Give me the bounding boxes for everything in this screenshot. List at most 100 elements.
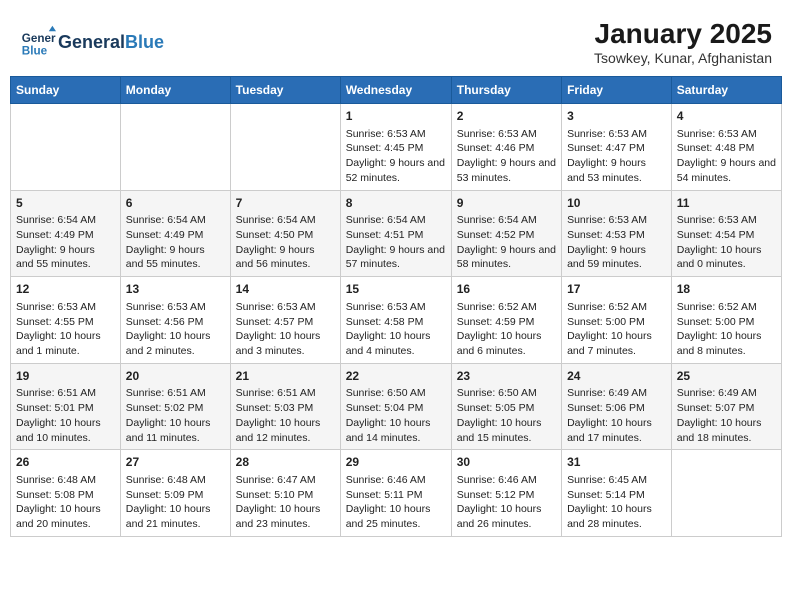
calendar-cell: 3Sunrise: 6:53 AM Sunset: 4:47 PM Daylig…: [562, 104, 672, 191]
cell-date: 4: [677, 108, 776, 125]
day-header-sunday: Sunday: [11, 77, 121, 104]
cell-date: 12: [16, 281, 115, 298]
cell-date: 2: [457, 108, 556, 125]
cell-content: Sunrise: 6:52 AM Sunset: 5:00 PM Dayligh…: [567, 300, 666, 359]
svg-text:Blue: Blue: [22, 45, 48, 58]
calendar-cell: 10Sunrise: 6:53 AM Sunset: 4:53 PM Dayli…: [562, 190, 672, 277]
cell-content: Sunrise: 6:54 AM Sunset: 4:49 PM Dayligh…: [16, 213, 115, 272]
cell-content: Sunrise: 6:53 AM Sunset: 4:47 PM Dayligh…: [567, 127, 666, 186]
cell-content: Sunrise: 6:52 AM Sunset: 4:59 PM Dayligh…: [457, 300, 556, 359]
cell-content: Sunrise: 6:49 AM Sunset: 5:06 PM Dayligh…: [567, 386, 666, 445]
calendar-cell: 22Sunrise: 6:50 AM Sunset: 5:04 PM Dayli…: [340, 363, 451, 450]
cell-content: Sunrise: 6:54 AM Sunset: 4:52 PM Dayligh…: [457, 213, 556, 272]
calendar-cell: 21Sunrise: 6:51 AM Sunset: 5:03 PM Dayli…: [230, 363, 340, 450]
cell-content: Sunrise: 6:52 AM Sunset: 5:00 PM Dayligh…: [677, 300, 776, 359]
cell-date: 8: [346, 195, 446, 212]
page-header: General Blue General Blue January 2025 Ts…: [10, 10, 782, 70]
calendar-cell: 23Sunrise: 6:50 AM Sunset: 5:05 PM Dayli…: [451, 363, 561, 450]
cell-date: 5: [16, 195, 115, 212]
cell-content: Sunrise: 6:53 AM Sunset: 4:48 PM Dayligh…: [677, 127, 776, 186]
cell-content: Sunrise: 6:50 AM Sunset: 5:05 PM Dayligh…: [457, 386, 556, 445]
calendar-cell: 1 Sunrise: 6:53 AM Sunset: 4:45 PM Daylig…: [340, 104, 451, 191]
calendar-cell: 24Sunrise: 6:49 AM Sunset: 5:06 PM Dayli…: [562, 363, 672, 450]
cell-date: 31: [567, 454, 666, 471]
cell-content: Sunrise: 6:49 AM Sunset: 5:07 PM Dayligh…: [677, 386, 776, 445]
calendar-cell: 4 Sunrise: 6:53 AM Sunset: 4:48 PM Daylig…: [671, 104, 781, 191]
calendar-cell: 6Sunrise: 6:54 AM Sunset: 4:49 PM Daylig…: [120, 190, 230, 277]
cell-content: Sunrise: 6:47 AM Sunset: 5:10 PM Dayligh…: [236, 473, 335, 532]
calendar-cell: 27 Sunrise: 6:48 AM Sunset: 5:09 PM Dayli…: [120, 450, 230, 537]
cell-content: Sunrise: 6:51 AM Sunset: 5:01 PM Dayligh…: [16, 386, 115, 445]
calendar-cell: 29Sunrise: 6:46 AM Sunset: 5:11 PM Dayli…: [340, 450, 451, 537]
calendar-title: January 2025: [594, 18, 772, 50]
cell-date: 21: [236, 368, 335, 385]
cell-date: 6: [126, 195, 225, 212]
logo-text-general: General: [58, 32, 125, 52]
day-header-friday: Friday: [562, 77, 672, 104]
cell-date: 14: [236, 281, 335, 298]
cell-date: 7: [236, 195, 335, 212]
calendar-cell: 30Sunrise: 6:46 AM Sunset: 5:12 PM Dayli…: [451, 450, 561, 537]
cell-content: Sunrise: 6:53 AM Sunset: 4:45 PM Dayligh…: [346, 127, 446, 186]
calendar-cell: 19Sunrise: 6:51 AM Sunset: 5:01 PM Dayli…: [11, 363, 121, 450]
cell-date: 27: [126, 454, 225, 471]
cell-content: Sunrise: 6:53 AM Sunset: 4:54 PM Dayligh…: [677, 213, 776, 272]
calendar-cell: 20Sunrise: 6:51 AM Sunset: 5:02 PM Dayli…: [120, 363, 230, 450]
logo-icon: General Blue: [20, 24, 56, 60]
calendar-cell: 14 Sunrise: 6:53 AM Sunset: 4:57 PM Dayli…: [230, 277, 340, 364]
cell-date: 22: [346, 368, 446, 385]
cell-content: Sunrise: 6:50 AM Sunset: 5:04 PM Dayligh…: [346, 386, 446, 445]
cell-date: 10: [567, 195, 666, 212]
cell-content: Sunrise: 6:53 AM Sunset: 4:55 PM Dayligh…: [16, 300, 115, 359]
cell-date: 25: [677, 368, 776, 385]
cell-date: 9: [457, 195, 556, 212]
cell-date: 20: [126, 368, 225, 385]
cell-date: 24: [567, 368, 666, 385]
calendar-cell: 17 Sunrise: 6:52 AM Sunset: 5:00 PM Dayli…: [562, 277, 672, 364]
day-header-saturday: Saturday: [671, 77, 781, 104]
cell-content: Sunrise: 6:45 AM Sunset: 5:14 PM Dayligh…: [567, 473, 666, 532]
title-block: January 2025 Tsowkey, Kunar, Afghanistan: [594, 18, 772, 66]
day-header-thursday: Thursday: [451, 77, 561, 104]
calendar-cell: 31 Sunrise: 6:45 AM Sunset: 5:14 PM Dayli…: [562, 450, 672, 537]
week-row-1: 5Sunrise: 6:54 AM Sunset: 4:49 PM Daylig…: [11, 190, 782, 277]
calendar-cell: 28 Sunrise: 6:47 AM Sunset: 5:10 PM Dayli…: [230, 450, 340, 537]
calendar-cell: 2 Sunrise: 6:53 AM Sunset: 4:46 PM Daylig…: [451, 104, 561, 191]
cell-date: 16: [457, 281, 556, 298]
calendar-table: SundayMondayTuesdayWednesdayThursdayFrid…: [10, 76, 782, 537]
week-row-0: 1 Sunrise: 6:53 AM Sunset: 4:45 PM Daylig…: [11, 104, 782, 191]
cell-content: Sunrise: 6:48 AM Sunset: 5:08 PM Dayligh…: [16, 473, 115, 532]
calendar-cell: 8Sunrise: 6:54 AM Sunset: 4:51 PM Daylig…: [340, 190, 451, 277]
cell-date: 26: [16, 454, 115, 471]
calendar-cell: 7Sunrise: 6:54 AM Sunset: 4:50 PM Daylig…: [230, 190, 340, 277]
cell-content: Sunrise: 6:51 AM Sunset: 5:03 PM Dayligh…: [236, 386, 335, 445]
calendar-cell: 26 Sunrise: 6:48 AM Sunset: 5:08 PM Dayli…: [11, 450, 121, 537]
day-header-wednesday: Wednesday: [340, 77, 451, 104]
calendar-cell: 5Sunrise: 6:54 AM Sunset: 4:49 PM Daylig…: [11, 190, 121, 277]
cell-content: Sunrise: 6:53 AM Sunset: 4:58 PM Dayligh…: [346, 300, 446, 359]
calendar-cell: [230, 104, 340, 191]
cell-date: 28: [236, 454, 335, 471]
calendar-cell: 18 Sunrise: 6:52 AM Sunset: 5:00 PM Dayli…: [671, 277, 781, 364]
cell-date: 17: [567, 281, 666, 298]
cell-content: Sunrise: 6:54 AM Sunset: 4:49 PM Dayligh…: [126, 213, 225, 272]
cell-date: 11: [677, 195, 776, 212]
week-row-3: 19Sunrise: 6:51 AM Sunset: 5:01 PM Dayli…: [11, 363, 782, 450]
day-header-monday: Monday: [120, 77, 230, 104]
cell-content: Sunrise: 6:51 AM Sunset: 5:02 PM Dayligh…: [126, 386, 225, 445]
cell-date: 29: [346, 454, 446, 471]
cell-content: Sunrise: 6:54 AM Sunset: 4:50 PM Dayligh…: [236, 213, 335, 272]
cell-content: Sunrise: 6:53 AM Sunset: 4:57 PM Dayligh…: [236, 300, 335, 359]
cell-content: Sunrise: 6:53 AM Sunset: 4:56 PM Dayligh…: [126, 300, 225, 359]
week-row-4: 26 Sunrise: 6:48 AM Sunset: 5:08 PM Dayli…: [11, 450, 782, 537]
cell-date: 18: [677, 281, 776, 298]
calendar-cell: 12 Sunrise: 6:53 AM Sunset: 4:55 PM Dayli…: [11, 277, 121, 364]
cell-content: Sunrise: 6:53 AM Sunset: 4:46 PM Dayligh…: [457, 127, 556, 186]
calendar-cell: 9Sunrise: 6:54 AM Sunset: 4:52 PM Daylig…: [451, 190, 561, 277]
week-row-2: 12 Sunrise: 6:53 AM Sunset: 4:55 PM Dayli…: [11, 277, 782, 364]
cell-date: 1: [346, 108, 446, 125]
cell-content: Sunrise: 6:48 AM Sunset: 5:09 PM Dayligh…: [126, 473, 225, 532]
cell-date: 19: [16, 368, 115, 385]
cell-date: 15: [346, 281, 446, 298]
cell-date: 13: [126, 281, 225, 298]
